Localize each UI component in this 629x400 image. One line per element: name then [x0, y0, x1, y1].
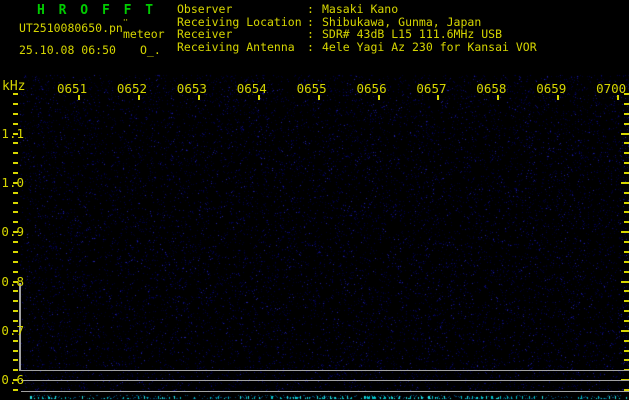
- freq-tick-right: [624, 152, 629, 155]
- freq-tick-right: [621, 231, 629, 234]
- freq-tick-label: 1.1: [1, 125, 24, 141]
- freq-tick-left: [13, 349, 18, 352]
- freq-tick-left: [13, 221, 18, 224]
- freq-tick-left: [13, 201, 18, 204]
- freq-tick-left: [13, 260, 18, 263]
- freq-tick-right: [624, 102, 629, 105]
- freq-tick-right: [624, 359, 629, 362]
- freq-tick-right: [624, 191, 629, 194]
- level-graph-line-top: [19, 370, 629, 371]
- freq-tick-left: [13, 290, 18, 293]
- freq-tick-left: [13, 250, 18, 253]
- time-tick-label: 0651: [57, 81, 88, 96]
- freq-tick-right: [624, 300, 629, 303]
- info-value: SDR# 43dB L15 111.6MHz USB: [322, 27, 503, 41]
- freq-tick-right: [624, 319, 629, 322]
- freq-tick-right: [624, 339, 629, 342]
- freq-tick-right: [624, 221, 629, 224]
- freq-tick-right: [621, 181, 629, 184]
- info-separator: :: [307, 2, 314, 16]
- freq-tick-left: [13, 270, 18, 273]
- time-tick-label: 0659: [536, 81, 567, 96]
- time-tick-label: 0657: [416, 81, 447, 96]
- freq-tick-left: [13, 211, 18, 214]
- freq-tick-left: [13, 310, 18, 313]
- datetime-text: 25.10.08 06:50: [19, 43, 116, 57]
- freq-tick-left: [13, 389, 18, 391]
- freq-tick-left: [13, 171, 18, 174]
- freq-tick-right: [624, 290, 629, 293]
- freq-tick-left: [13, 162, 18, 165]
- freq-tick-right: [624, 270, 629, 273]
- level-graph-line-bottom: [21, 391, 629, 392]
- freq-tick-right: [624, 112, 629, 115]
- freq-tick-left: [13, 339, 18, 342]
- freq-tick-left: [13, 112, 18, 115]
- freq-tick-right: [624, 310, 629, 313]
- info-label: Receiver: [177, 27, 233, 41]
- time-tick-label: 0652: [116, 81, 147, 96]
- freq-tick-label: 1.0: [1, 174, 24, 190]
- info-value: 4ele Yagi Az 230 for Kansai VOR: [322, 39, 537, 54]
- info-separator: :: [307, 39, 314, 54]
- hrofft-screen: H R O F F T UT2510080650.pn ¨ meteor 25.…: [0, 0, 629, 400]
- freq-tick-left: [13, 142, 18, 145]
- freq-tick-right: [624, 171, 629, 174]
- freq-tick-left: [13, 122, 18, 125]
- freq-tick-left: [13, 241, 18, 243]
- freq-tick-right: [624, 260, 629, 263]
- freq-tick-label: 0.6: [1, 372, 24, 388]
- freq-tick-left: [13, 152, 18, 155]
- info-label: Observer: [177, 2, 233, 16]
- time-tick-label: 0654: [236, 81, 267, 96]
- time-tick-label: 0656: [356, 81, 387, 96]
- app-title: H R O F F T: [37, 3, 157, 18]
- freq-tick-left: [13, 191, 18, 194]
- freq-tick-right: [624, 142, 629, 145]
- freq-tick-right: [624, 201, 629, 204]
- freq-tick-left: [13, 319, 18, 322]
- freq-tick-right: [624, 122, 629, 125]
- status-text: O_.: [140, 43, 161, 57]
- freq-tick-left: [13, 300, 18, 303]
- time-tick-label: 0658: [476, 81, 507, 96]
- freq-tick-label: 0.7: [1, 322, 24, 338]
- level-graph-line-middle: [21, 380, 629, 381]
- freq-tick-right: [624, 241, 629, 243]
- info-separator: :: [307, 27, 314, 41]
- mode-label: meteor: [123, 27, 165, 41]
- freq-tick-left: [13, 102, 18, 105]
- info-value: Masaki Kano: [322, 2, 399, 16]
- info-label: Receiving Antenna: [177, 39, 295, 54]
- freq-tick-label: 0.9: [1, 224, 24, 240]
- freq-tick-right: [621, 329, 629, 332]
- time-tick-label: 0653: [176, 81, 207, 96]
- freq-tick-right: [624, 349, 629, 352]
- freq-axis-unit: kHz: [2, 79, 26, 94]
- freq-tick-right: [621, 132, 629, 135]
- time-tick-label: 0655: [296, 81, 327, 96]
- freq-tick-right: [624, 162, 629, 165]
- freq-tick-label: 0.8: [1, 273, 24, 289]
- freq-tick-left: [13, 369, 18, 372]
- freq-tick-right: [621, 280, 629, 283]
- time-tick-label: 0700: [596, 81, 627, 96]
- spectrogram-noise-field: [0, 0, 629, 400]
- freq-tick-left: [13, 359, 18, 362]
- freq-tick-right: [624, 211, 629, 214]
- filename-text: UT2510080650.pn: [19, 21, 123, 35]
- freq-tick-right: [624, 250, 629, 253]
